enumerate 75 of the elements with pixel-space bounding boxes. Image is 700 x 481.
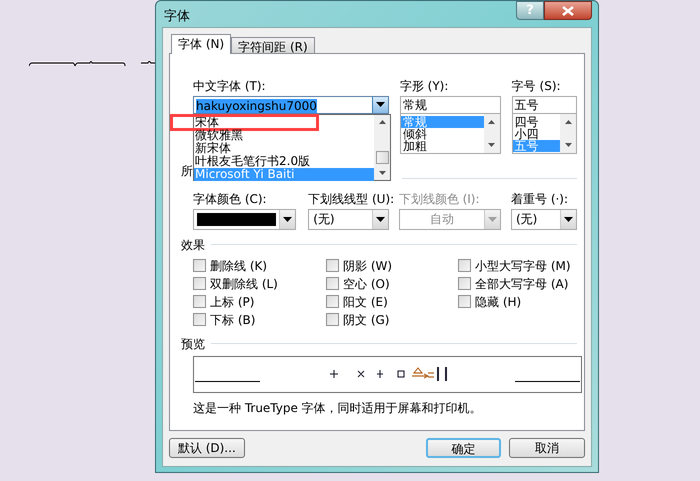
checkbox[interactable] bbox=[458, 259, 471, 272]
checkbox-label: 全部大写字母 (A) bbox=[475, 276, 568, 292]
dialog-button[interactable]: 确定 bbox=[426, 438, 502, 458]
dialog-button[interactable]: 取消 bbox=[509, 438, 585, 458]
dropdown-field[interactable]: hakuyoxingshu7000 bbox=[193, 96, 389, 114]
checkbox-label: 上标 (P) bbox=[210, 294, 254, 310]
dialog-button[interactable]: 默认 (D)... bbox=[169, 438, 245, 458]
dropdown-button[interactable] bbox=[279, 210, 295, 228]
scroll-thumb[interactable] bbox=[376, 150, 388, 164]
scroll-down-icon[interactable] bbox=[488, 142, 496, 146]
color-picker[interactable] bbox=[193, 208, 296, 230]
tab[interactable]: 字符间距 (R) bbox=[231, 36, 315, 54]
list-item[interactable]: 四号 bbox=[512, 116, 560, 128]
field-label: 下划线线型 (U): bbox=[308, 192, 396, 206]
dropdown-button[interactable] bbox=[372, 96, 388, 112]
field-label: 字号 (S): bbox=[512, 78, 562, 92]
list-item[interactable]: 新宋体 bbox=[194, 142, 374, 154]
text-field[interactable]: 常规 bbox=[400, 96, 501, 114]
checkbox[interactable] bbox=[326, 313, 339, 326]
list-item[interactable]: 宋体 bbox=[172, 116, 317, 128]
window-title: 字体 bbox=[164, 8, 190, 26]
dropdown-button[interactable] bbox=[560, 210, 576, 228]
scrollbar[interactable] bbox=[560, 114, 576, 152]
section-heading: 效果 bbox=[181, 236, 205, 254]
scroll-down-icon[interactable] bbox=[564, 142, 572, 146]
font-description: 这是一种 TrueType 字体，同时适用于屏幕和打印机。 bbox=[193, 400, 483, 416]
field-label: 字形 (Y): bbox=[400, 78, 450, 92]
checkbox-label: 空心 (O) bbox=[343, 276, 390, 292]
selected-text: hakuyoxingshu7000 bbox=[196, 98, 317, 112]
checkbox[interactable] bbox=[193, 259, 206, 272]
field-label: 着重号 (·): bbox=[511, 192, 570, 206]
scrollbar[interactable] bbox=[374, 114, 390, 180]
checkbox[interactable] bbox=[193, 277, 206, 290]
list-item[interactable]: 小四 bbox=[512, 128, 560, 140]
checkbox[interactable] bbox=[326, 295, 339, 308]
scroll-up-icon[interactable] bbox=[488, 120, 496, 124]
list-item[interactable]: 叶根友毛笔行书2.0版 bbox=[194, 154, 374, 168]
list-item[interactable]: 倾斜 bbox=[400, 128, 484, 140]
dropdown-arrow-icon bbox=[564, 216, 573, 222]
checkbox-label: 阳文 (E) bbox=[343, 294, 388, 310]
dropdown-arrow-icon bbox=[488, 216, 497, 222]
checkbox-label: 阴影 (W) bbox=[343, 258, 392, 274]
checkbox-label: 双删除线 (L) bbox=[210, 276, 278, 292]
checkbox-label: 隐藏 (H) bbox=[475, 294, 522, 310]
close-button[interactable] bbox=[544, 1, 592, 20]
text-field[interactable]: 五号 bbox=[512, 96, 578, 114]
scrollbar[interactable] bbox=[484, 114, 500, 152]
checkbox-label: 阴文 (G) bbox=[343, 312, 390, 328]
field-label: 字体颜色 (C): bbox=[193, 192, 268, 206]
list-item[interactable]: 加粗 bbox=[400, 140, 484, 152]
scroll-up-icon[interactable] bbox=[378, 120, 386, 124]
scroll-up-icon[interactable] bbox=[564, 120, 572, 124]
checkbox[interactable] bbox=[326, 259, 339, 272]
tab[interactable]: 字体 (N) bbox=[171, 34, 232, 54]
close-icon bbox=[562, 6, 574, 16]
dropdown-field[interactable]: (无) bbox=[308, 208, 390, 230]
dropdown-arrow-icon bbox=[376, 102, 385, 107]
checkbox[interactable] bbox=[458, 277, 471, 290]
checkbox[interactable] bbox=[193, 295, 206, 308]
checkbox[interactable] bbox=[326, 277, 339, 290]
scroll-down-icon[interactable] bbox=[378, 170, 386, 174]
field-label: 中文字体 (T): bbox=[193, 78, 267, 92]
dropdown-button[interactable] bbox=[372, 210, 388, 228]
dropdown-field[interactable]: (无) bbox=[511, 208, 577, 230]
field-label: 下划线颜色 (I): bbox=[398, 192, 481, 206]
checkbox-label: 下标 (B) bbox=[210, 312, 256, 328]
checkbox-label: 删除线 (K) bbox=[210, 258, 268, 274]
field-label: 所 bbox=[181, 164, 193, 178]
dropdown-arrow-icon bbox=[283, 216, 292, 222]
checkbox[interactable] bbox=[458, 295, 471, 308]
checkbox[interactable] bbox=[193, 313, 206, 326]
section-heading: 预览 bbox=[181, 336, 205, 352]
list-item[interactable]: 微软雅黑 bbox=[194, 128, 374, 142]
dropdown-arrow-icon bbox=[376, 216, 386, 222]
checkbox-label: 小型大写字母 (M) bbox=[475, 258, 571, 274]
